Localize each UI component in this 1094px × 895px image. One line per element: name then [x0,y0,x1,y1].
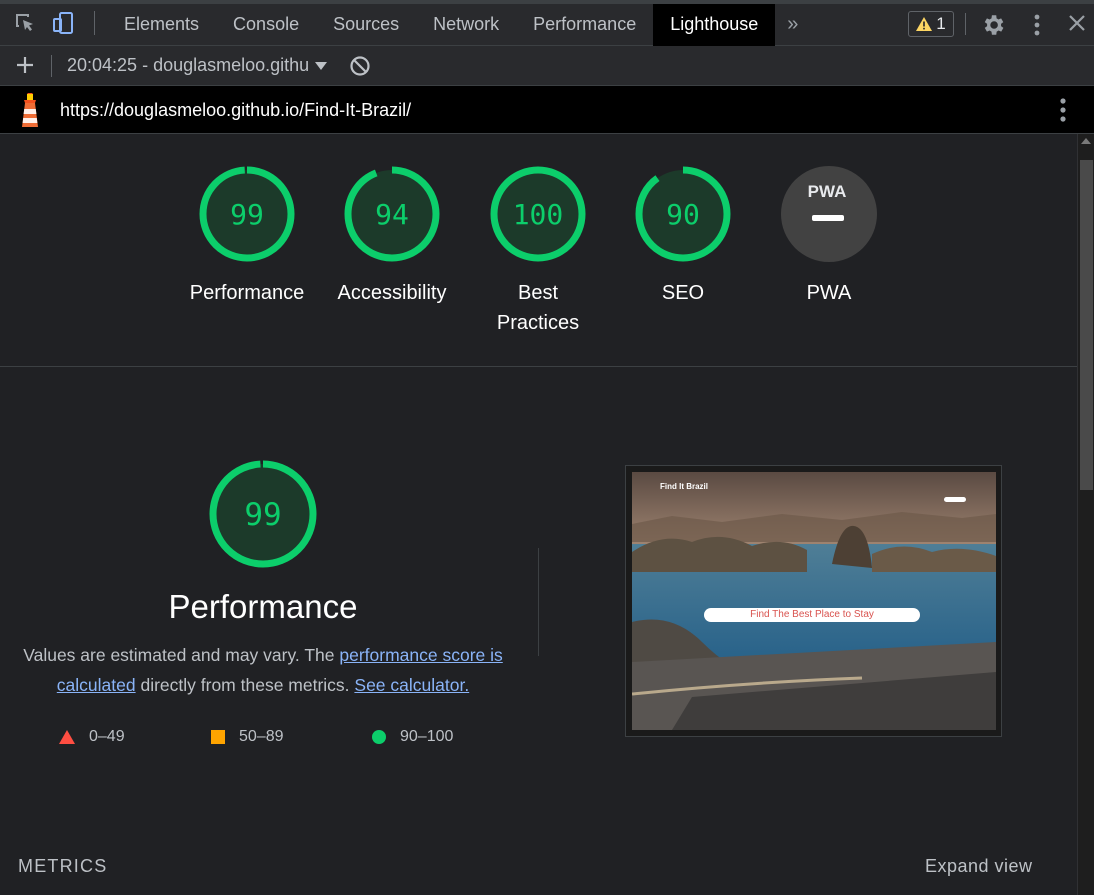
gauge-accessibility[interactable]: 94 Accessibility [319,164,465,308]
gauge-score: 100 [513,198,564,231]
gauge-label: Performance [189,282,305,304]
tabbar-separator [94,10,95,35]
scroll-up-arrow-icon[interactable] [1081,138,1091,144]
gauge-best-practices[interactable]: 100 Best Practices [465,164,611,338]
gauge-score: 90 [666,198,700,231]
more-tabs-chevron-icon[interactable]: » [775,13,810,36]
close-devtools-icon[interactable] [1066,12,1088,39]
report-selector-value: 20:04:25 - douglasmeloo.githu [67,55,310,75]
legend-average: 50–89 [211,728,284,746]
lighthouse-report: 99 Performance 94 Accessibility 100 Best… [0,134,1077,895]
legend-pass-label: 90–100 [400,728,454,745]
performance-title: Performance [168,588,358,625]
gauge-ring: 90 [635,166,731,262]
report-menu-kebab-icon[interactable] [1053,96,1073,129]
performance-description: Values are estimated and may vary. The p… [20,640,506,700]
warning-icon [916,17,933,31]
red-triangle-icon [59,730,75,744]
tabbar-top-border [0,0,1094,4]
gauge-score: 99 [244,497,281,533]
orange-square-icon [211,730,225,744]
gauge-label: Best Practices [496,282,580,334]
legend-fail: 0–49 [59,728,125,746]
screenshot-cta: Find The Best Place to Stay [704,608,920,622]
gauge-pwa[interactable]: PWA PWA [756,164,902,308]
final-screenshot: Find It Brazil Find The Best Place to St… [632,472,996,730]
gauge-label: SEO [661,282,705,304]
see-calculator-link[interactable]: See calculator. [354,675,469,695]
screenshot-nav-button [944,497,966,502]
devtools-tabbar: Elements Console Sources Network Perform… [0,0,1094,46]
inspect-element-icon[interactable] [6,0,44,46]
scroll-thumb[interactable] [1080,160,1093,490]
gauge-score: 94 [375,198,409,231]
pwa-badge-text: PWA [808,182,847,201]
expand-view-toggle[interactable]: Expand view [925,856,1033,877]
metrics-heading: METRICS [18,856,108,876]
tab-elements[interactable]: Elements [107,4,216,46]
final-screenshot-frame[interactable]: Find It Brazil Find The Best Place to St… [625,465,1002,737]
gauge-label: Accessibility [337,282,447,304]
legend-pass: 90–100 [372,728,453,746]
warnings-badge[interactable]: 1 [908,11,954,37]
report-url-bar: https://douglasmeloo.github.io/Find-It-B… [0,86,1094,134]
lighthouse-toolbar: 20:04:25 - douglasmeloo.githu [0,46,1094,86]
tab-lighthouse[interactable]: Lighthouse [653,3,776,46]
gauge-ring: 94 [344,166,440,262]
section-divider [538,548,539,656]
report-selector-dropdown[interactable]: 20:04:25 - douglasmeloo.githu [67,55,328,76]
gauge-performance[interactable]: 99 Performance [174,164,320,308]
green-circle-icon [372,730,386,744]
tab-performance[interactable]: Performance [516,4,653,46]
screenshot-site-name: Find It Brazil [660,482,708,491]
report-scrollbar[interactable] [1077,134,1094,895]
devtools-menu-kebab-icon[interactable] [1027,12,1047,43]
new-report-plus-icon[interactable] [14,54,36,81]
desc-middle: directly from these metrics. [135,675,355,695]
lighthouse-logo-icon [15,92,45,133]
gauge-ring: 99 [199,166,295,262]
pwa-badge-icon: PWA [781,166,877,262]
tab-sources[interactable]: Sources [316,4,416,46]
category-gauges: 99 Performance 94 Accessibility 100 Best… [0,134,1077,367]
tab-console[interactable]: Console [216,4,316,46]
score-legend: 0–49 50–89 90–100 [0,728,526,752]
warnings-count: 1 [936,14,946,33]
settings-gear-icon[interactable] [980,12,1006,43]
gauge-label: PWA [806,282,852,304]
desc-prefix: Values are estimated and may vary. The [23,645,340,665]
legend-fail-label: 0–49 [89,728,125,745]
toolbar-separator [51,55,52,77]
gauge-ring: 99 [209,460,317,568]
performance-gauge-large: 99 [208,459,318,574]
gauge-seo[interactable]: 90 SEO [610,164,756,308]
gauge-score: 99 [230,198,264,231]
gauge-ring: 100 [490,166,586,262]
rio-landscape-image [632,472,996,730]
tab-network[interactable]: Network [416,4,516,46]
clear-reports-block-icon[interactable] [349,55,371,82]
tabbar-separator-right [965,13,966,35]
report-url: https://douglasmeloo.github.io/Find-It-B… [60,100,412,120]
device-toolbar-icon[interactable] [44,0,82,46]
dropdown-triangle-icon [315,61,328,70]
legend-average-label: 50–89 [239,728,284,745]
